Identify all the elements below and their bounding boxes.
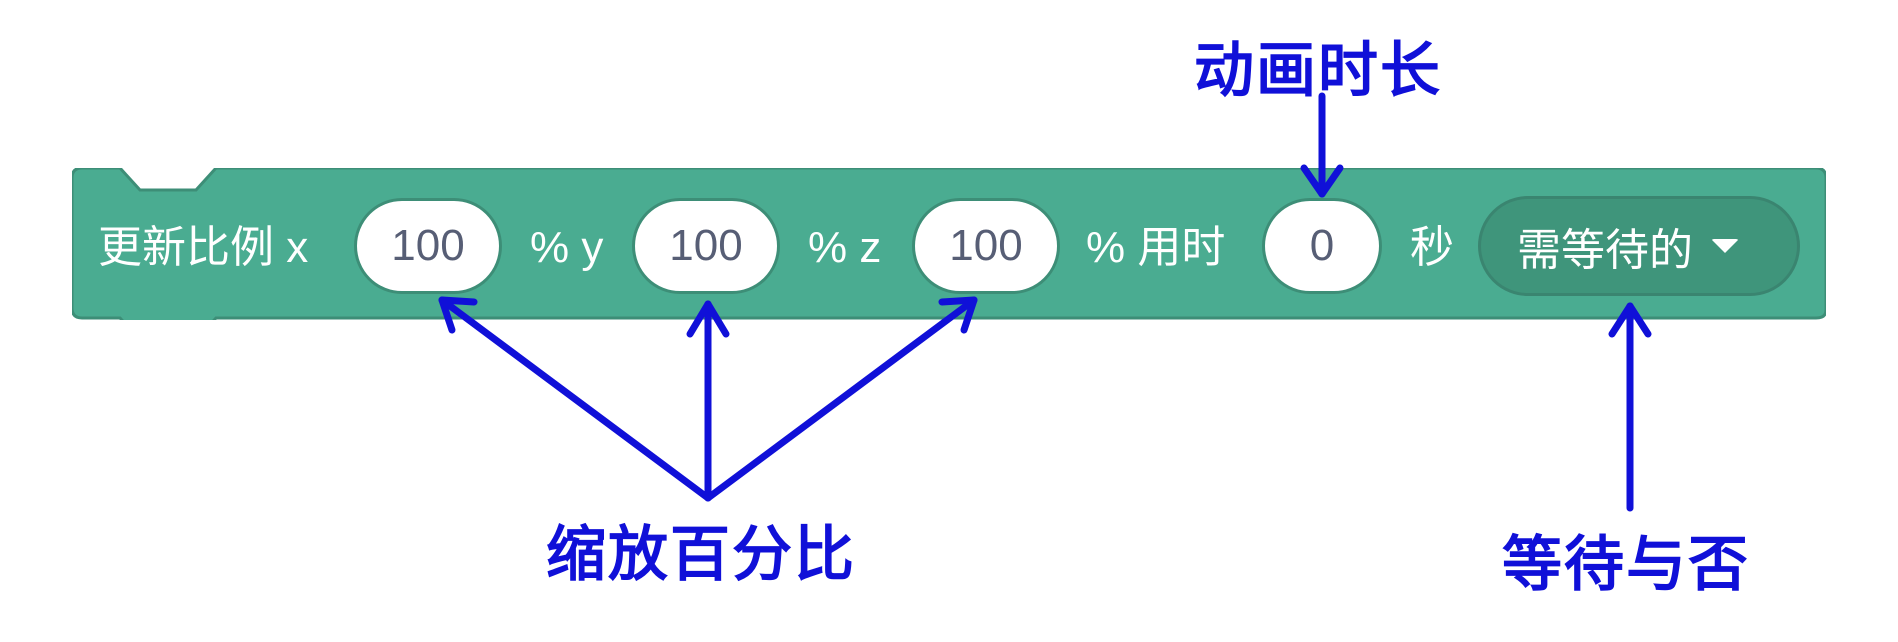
canvas: 更新比例 x 100 % y 100 % z 100 % 用时 0 秒 需等待的… xyxy=(0,0,1898,642)
annotation-duration: 动画时长 xyxy=(1194,36,1442,106)
arrow-scale-x xyxy=(438,296,712,502)
annotation-wait-or-not: 等待与否 xyxy=(1502,530,1750,600)
annotation-scale-percent: 缩放百分比 xyxy=(546,520,856,590)
arrow-scale-z xyxy=(704,296,978,502)
